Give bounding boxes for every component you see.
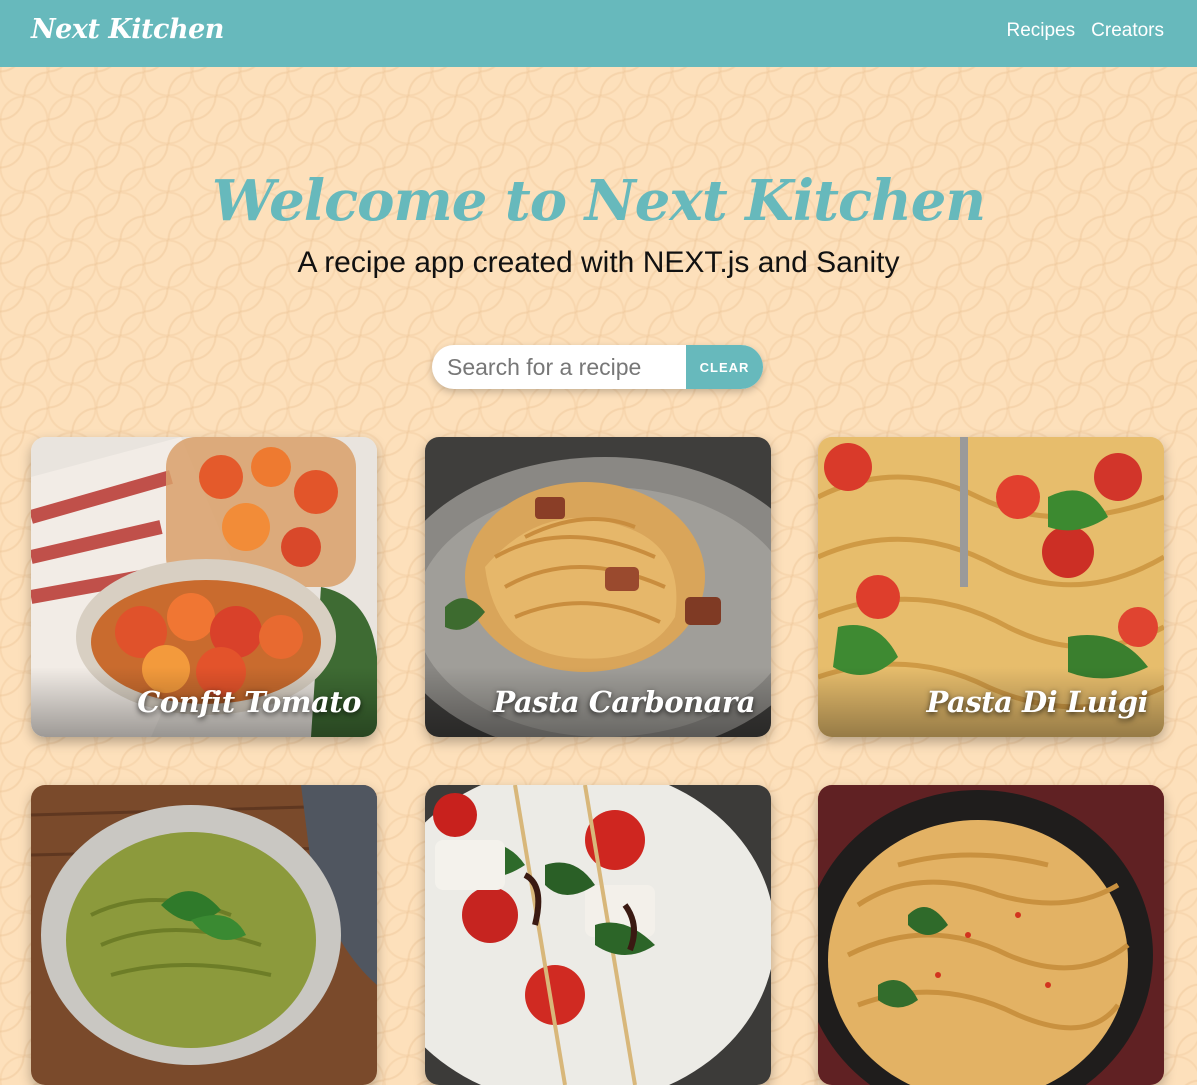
recipe-card-spaghetti-pan[interactable]: [818, 785, 1164, 1085]
nav-link-recipes[interactable]: Recipes: [1006, 20, 1075, 42]
recipe-title: Pasta Carbonara: [493, 685, 755, 719]
nav-links: Recipes Creators: [1006, 20, 1164, 42]
hero-subtitle: A recipe app created with NEXT.js and Sa…: [297, 246, 900, 279]
recipe-card-pasta-di-luigi[interactable]: Pasta Di Luigi: [818, 437, 1164, 737]
top-navbar: Next Kitchen Recipes Creators: [0, 0, 1197, 67]
recipe-title: Pasta Di Luigi: [926, 685, 1149, 719]
brand-logo[interactable]: Next Kitchen: [31, 14, 224, 45]
hero-title: Welcome to Next Kitchen: [211, 168, 986, 234]
recipe-card-pesto-pasta[interactable]: [31, 785, 377, 1085]
search-bar: CLEAR: [432, 345, 763, 389]
nav-link-creators[interactable]: Creators: [1091, 20, 1164, 42]
recipe-image: [818, 785, 1164, 1085]
recipe-title: Confit Tomato: [137, 685, 361, 719]
recipe-card-pasta-carbonara[interactable]: Pasta Carbonara: [425, 437, 771, 737]
recipe-image: [425, 785, 771, 1085]
recipe-image: [31, 785, 377, 1085]
recipe-card-confit-tomato[interactable]: Confit Tomato: [31, 437, 377, 737]
clear-button[interactable]: CLEAR: [686, 345, 763, 389]
recipe-card-caprese-skewers[interactable]: [425, 785, 771, 1085]
search-input[interactable]: [432, 345, 686, 389]
